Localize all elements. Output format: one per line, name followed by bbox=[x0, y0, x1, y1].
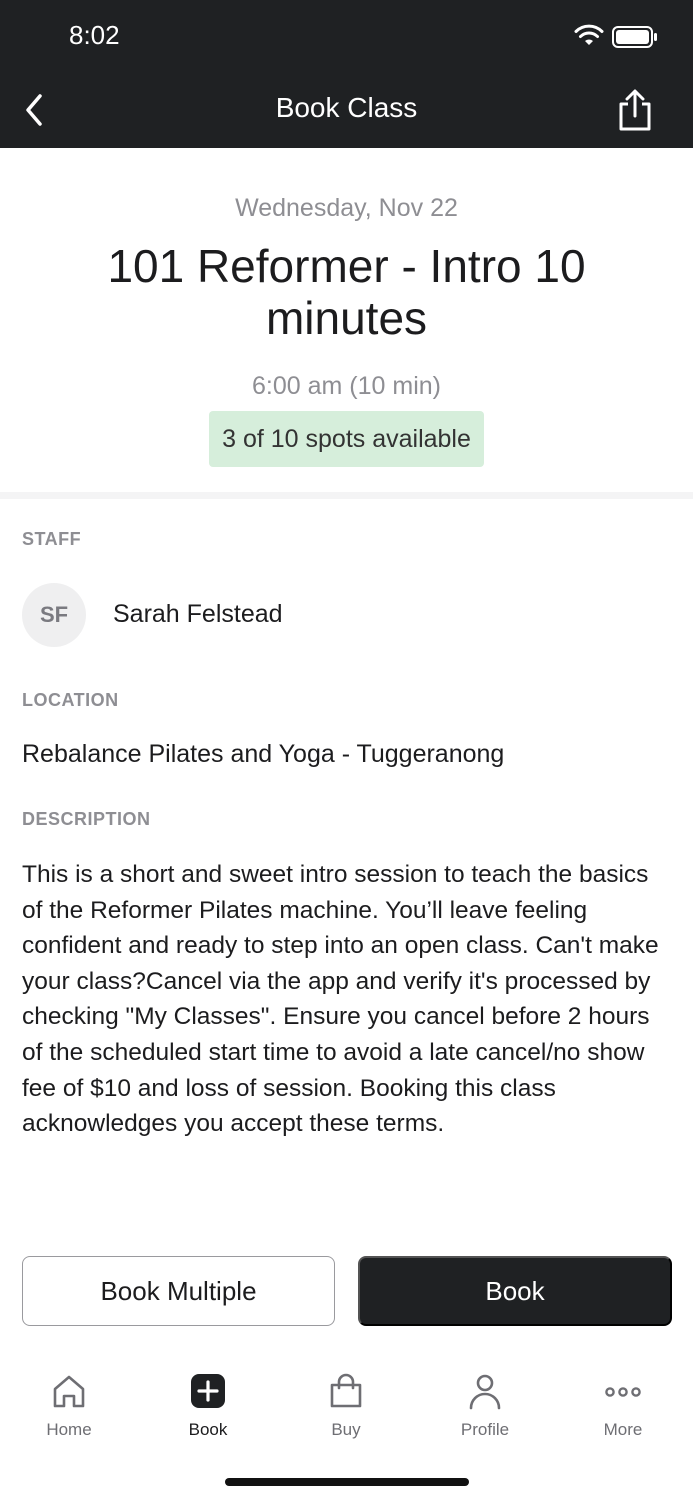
tab-label: Profile bbox=[460, 1420, 510, 1439]
tab-label: Book bbox=[188, 1420, 228, 1439]
tab-label: More bbox=[603, 1420, 643, 1439]
battery-icon bbox=[612, 26, 657, 48]
book-multiple-button[interactable]: Book Multiple bbox=[22, 1256, 335, 1326]
share-icon bbox=[619, 89, 651, 131]
section-divider bbox=[0, 492, 693, 499]
tab-label: Home bbox=[46, 1420, 92, 1439]
staff-label: STAFF bbox=[22, 529, 82, 549]
class-description: This is a short and sweet intro session … bbox=[22, 861, 659, 1138]
plus-square-icon bbox=[191, 1374, 225, 1408]
description-label: DESCRIPTION bbox=[22, 809, 151, 829]
class-date: Wednesday, Nov 22 bbox=[235, 194, 458, 222]
status-time: 8:02 bbox=[69, 20, 120, 50]
shopping-bag-icon bbox=[330, 1373, 362, 1408]
staff-name[interactable]: Sarah Felstead bbox=[113, 600, 283, 629]
tab-more[interactable]: More bbox=[573, 1362, 673, 1452]
spots-available-badge: 3 of 10 spots available bbox=[209, 411, 484, 467]
tab-bar: Home Book Buy Profile More bbox=[0, 1362, 693, 1462]
more-dots-icon bbox=[605, 1387, 641, 1397]
location-label: LOCATION bbox=[22, 690, 119, 710]
wifi-icon bbox=[574, 24, 604, 45]
home-indicator bbox=[225, 1478, 469, 1486]
tab-profile[interactable]: Profile bbox=[435, 1362, 535, 1452]
page-title: Book Class bbox=[275, 92, 418, 123]
class-time: 6:00 am (10 min) bbox=[252, 372, 441, 400]
share-button[interactable] bbox=[612, 86, 658, 134]
app-header: 8:02 Book Class bbox=[0, 0, 693, 148]
location-name[interactable]: Rebalance Pilates and Yoga - Tuggeranong bbox=[22, 740, 504, 769]
tab-book[interactable]: Book bbox=[158, 1362, 258, 1452]
staff-avatar: SF bbox=[22, 583, 86, 647]
tab-label: Buy bbox=[331, 1420, 361, 1439]
book-button[interactable]: Book bbox=[358, 1256, 672, 1326]
class-title: 101 Reformer - Intro 10 minutes bbox=[107, 240, 586, 344]
tab-home[interactable]: Home bbox=[19, 1362, 119, 1452]
home-icon bbox=[53, 1375, 85, 1408]
tab-buy[interactable]: Buy bbox=[296, 1362, 396, 1452]
person-icon bbox=[469, 1374, 501, 1410]
class-summary: Wednesday, Nov 22 101 Reformer - Intro 1… bbox=[0, 148, 693, 492]
